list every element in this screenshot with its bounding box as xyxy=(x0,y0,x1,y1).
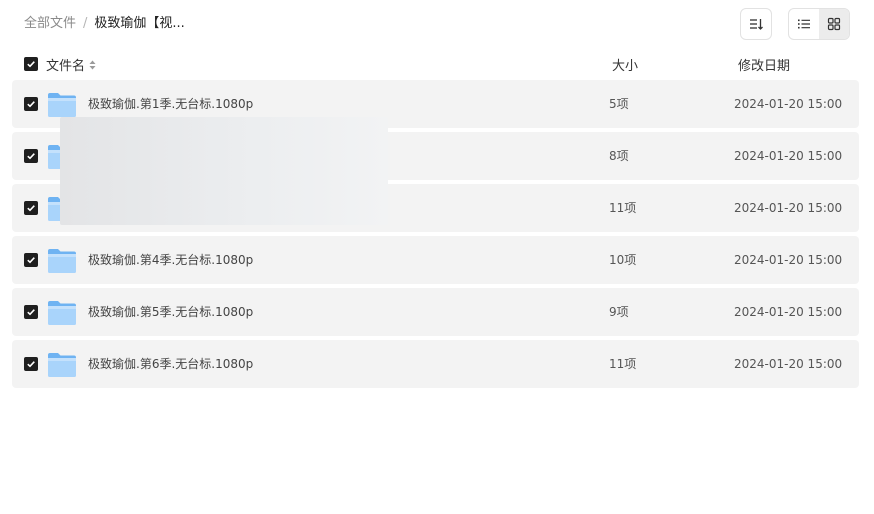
breadcrumb-root-link[interactable]: 全部文件 xyxy=(24,15,76,33)
file-size: 11项 xyxy=(609,201,637,215)
row-checkbox[interactable] xyxy=(24,201,38,215)
list-view-button[interactable] xyxy=(789,9,819,39)
sort-descending-icon xyxy=(750,19,763,30)
file-size: 9项 xyxy=(609,305,629,319)
file-name[interactable]: 极致瑜伽.第6季.无台标.1080p xyxy=(88,356,253,372)
checkmark-icon xyxy=(27,61,35,68)
select-all-checkbox[interactable] xyxy=(24,57,38,71)
column-header-size[interactable]: 大小 xyxy=(612,55,638,74)
row-checkbox[interactable] xyxy=(24,149,38,163)
file-modified-date: 2024-01-20 15:00 xyxy=(734,97,843,111)
row-checkbox[interactable] xyxy=(24,253,38,267)
row-checkbox[interactable] xyxy=(24,97,38,111)
file-size: 5项 xyxy=(609,97,629,111)
file-modified-date: 2024-01-20 15:00 xyxy=(734,357,843,371)
checkmark-icon xyxy=(27,257,35,264)
sort-toggle-icon xyxy=(89,60,96,69)
file-name[interactable]: 极致瑜伽.第4季.无台标.1080p xyxy=(88,252,253,268)
folder-icon xyxy=(48,301,76,325)
view-toggle xyxy=(788,8,850,40)
checkmark-icon xyxy=(27,361,35,368)
column-header-date[interactable]: 修改日期 xyxy=(738,55,790,74)
folder-icon xyxy=(48,249,76,273)
file-modified-date: 2024-01-20 15:00 xyxy=(734,253,843,267)
grid-view-icon xyxy=(827,17,841,31)
checkmark-icon xyxy=(27,153,35,160)
file-size: 8项 xyxy=(609,149,629,163)
top-bar: 全部文件 / 极致瑜伽【视... xyxy=(0,0,874,48)
file-size: 11项 xyxy=(609,357,637,371)
row-checkbox[interactable] xyxy=(24,305,38,319)
column-header-name[interactable]: 文件名 xyxy=(46,55,96,74)
file-row[interactable]: 极致瑜伽.第5季.无台标.1080p 9项 2024-01-20 15:00 xyxy=(12,288,859,336)
file-row[interactable]: 极致瑜伽.第4季.无台标.1080p 10项 2024-01-20 15:00 xyxy=(12,236,859,284)
sort-button[interactable] xyxy=(740,8,772,40)
redacted-overlay xyxy=(60,117,388,225)
file-name[interactable]: 极致瑜伽.第1季.无台标.1080p xyxy=(88,96,253,112)
column-header-name-label: 文件名 xyxy=(46,59,86,74)
file-modified-date: 2024-01-20 15:00 xyxy=(734,201,843,215)
grid-view-button[interactable] xyxy=(819,9,849,39)
folder-icon xyxy=(48,93,76,117)
checkmark-icon xyxy=(27,101,35,108)
folder-icon xyxy=(48,353,76,377)
list-view-icon xyxy=(798,19,810,29)
file-modified-date: 2024-01-20 15:00 xyxy=(734,149,843,163)
breadcrumb: 全部文件 / 极致瑜伽【视... xyxy=(24,15,185,33)
breadcrumb-separator: / xyxy=(83,16,88,31)
row-checkbox[interactable] xyxy=(24,357,38,371)
checkmark-icon xyxy=(27,309,35,316)
file-row[interactable]: 极致瑜伽.第6季.无台标.1080p 11项 2024-01-20 15:00 xyxy=(12,340,859,388)
file-list-header: 文件名 大小 修改日期 xyxy=(12,50,859,78)
file-size: 10项 xyxy=(609,253,637,267)
checkmark-icon xyxy=(27,205,35,212)
file-modified-date: 2024-01-20 15:00 xyxy=(734,305,843,319)
file-name[interactable]: 极致瑜伽.第5季.无台标.1080p xyxy=(88,304,253,320)
breadcrumb-current: 极致瑜伽【视... xyxy=(94,16,185,31)
